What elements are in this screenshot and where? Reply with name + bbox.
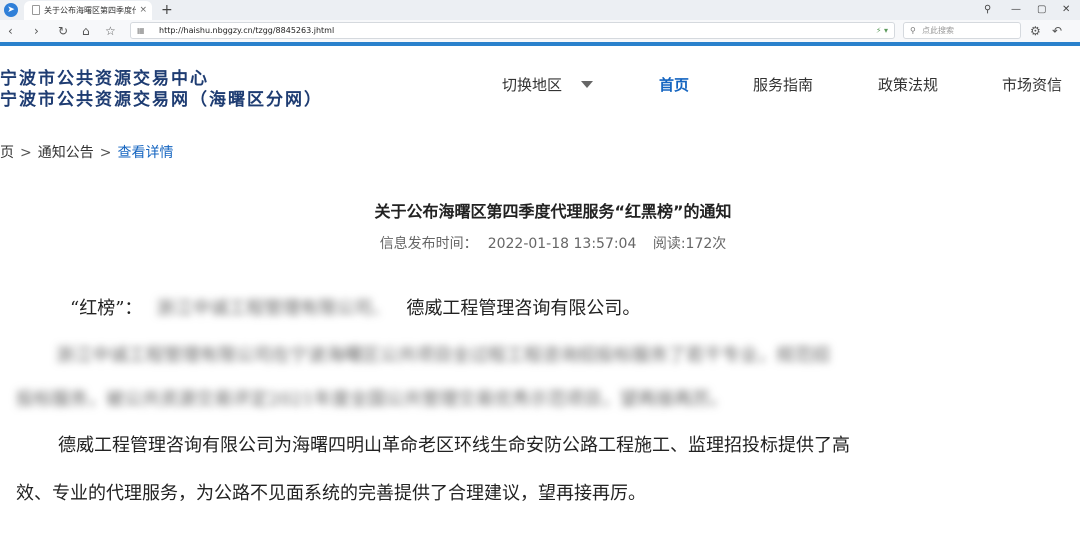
- speed-mode-icon[interactable]: ⚡ ▾: [876, 23, 888, 38]
- body-paragraph-line2: 效、专业的代理服务，为公路不见面系统的完善提供了合理建议，望再接再厉。: [16, 483, 646, 504]
- minimize-button[interactable]: —: [1011, 0, 1021, 20]
- search-box[interactable]: ⚲ 点此搜索: [903, 22, 1021, 39]
- nav-service-guide[interactable]: 服务指南: [753, 74, 813, 95]
- article-title: 关于公布海曙区第四季度代理服务“红黑榜”的通知: [374, 202, 732, 221]
- browser-tab[interactable]: 关于公布海曙区第四季度代理服务 ×: [24, 1, 152, 20]
- site-info-icon[interactable]: ▦: [137, 23, 145, 38]
- red-list-paragraph: “红榜”： 浙江中诚工程管理有限公司、 德威工程管理咨询有限公司。: [70, 294, 640, 320]
- address-bar[interactable]: ▦ http://haishu.nbggzy.cn/tzgg/8845263.j…: [130, 22, 895, 39]
- blurred-paragraph-line2: 投标服务，被公共资源交易评定2021年度全国公共管理交易优秀示范项目，望再接再厉…: [16, 389, 728, 410]
- browser-tabstrip: ➤ 关于公布海曙区第四季度代理服务 × + ⚲ — ▢ ✕: [0, 0, 1080, 20]
- red-list-company: 德威工程管理咨询有限公司。: [406, 298, 641, 319]
- page-icon: [32, 5, 40, 15]
- new-tab-button[interactable]: +: [161, 0, 173, 20]
- browser-toolbar: ‹ › ↻ ⌂ ☆ ▦ http://haishu.nbggzy.cn/tzgg…: [0, 20, 1080, 43]
- site-logo-subtitle[interactable]: 宁波市公共资源交易网（海曙区分网）: [0, 85, 323, 110]
- browser-logo-icon[interactable]: ➤: [4, 3, 18, 17]
- breadcrumb-home[interactable]: 页: [0, 145, 14, 161]
- search-placeholder[interactable]: 点此搜索: [922, 23, 954, 38]
- forward-button[interactable]: ›: [34, 20, 39, 42]
- favorite-star-icon[interactable]: ☆: [105, 20, 116, 42]
- publish-time-label: 信息发布时间： 2022-01-18 13:57:04: [379, 236, 637, 252]
- article-meta: 信息发布时间： 2022-01-18 13:57:04 阅读:172次: [0, 233, 1080, 253]
- settings-gear-icon[interactable]: ⚙: [1030, 20, 1041, 42]
- undo-icon[interactable]: ↶: [1052, 20, 1062, 42]
- tab-title: 关于公布海曙区第四季度代理服务: [44, 6, 136, 15]
- maximize-button[interactable]: ▢: [1037, 0, 1046, 20]
- pin-icon[interactable]: ⚲: [984, 0, 991, 20]
- nav-policy[interactable]: 政策法规: [878, 74, 938, 95]
- tab-close-icon[interactable]: ×: [139, 1, 147, 20]
- back-button[interactable]: ‹: [8, 20, 13, 42]
- breadcrumb-current[interactable]: 查看详情: [117, 145, 173, 161]
- close-window-button[interactable]: ✕: [1062, 0, 1070, 20]
- reload-button[interactable]: ↻: [58, 20, 68, 42]
- nav-region-switch[interactable]: 切换地区: [502, 74, 562, 95]
- nav-market-credit[interactable]: 市场资信: [1002, 74, 1062, 95]
- read-count: 阅读:172次: [652, 236, 727, 252]
- blurred-paragraph-line1: 浙江中诚工程管理有限公司在宁波海曙区公共项目全过程工程咨询招投标服务了若干专业，…: [56, 345, 830, 366]
- breadcrumb: 页 > 通知公告 > 查看详情: [0, 142, 173, 162]
- breadcrumb-separator: >: [99, 145, 112, 161]
- breadcrumb-separator: >: [20, 145, 32, 161]
- url-text[interactable]: http://haishu.nbggzy.cn/tzgg/8845263.jht…: [159, 23, 334, 38]
- nav-home[interactable]: 首页: [659, 74, 689, 95]
- breadcrumb-notices[interactable]: 通知公告: [38, 145, 94, 161]
- red-list-blurred-company: 浙江中诚工程管理有限公司、: [156, 298, 391, 319]
- search-icon: ⚲: [910, 26, 916, 35]
- body-paragraph-line1: 德威工程管理咨询有限公司为海曙四明山革命老区环线生命安防公路工程施工、监理招投标…: [58, 435, 850, 456]
- red-list-label: “红榜”：: [70, 298, 143, 319]
- home-button[interactable]: ⌂: [82, 20, 90, 42]
- chevron-down-icon[interactable]: [581, 81, 593, 88]
- site-header: 宁波市公共资源交易中心 宁波市公共资源交易网（海曙区分网） 切换地区 首页 服务…: [0, 46, 1080, 126]
